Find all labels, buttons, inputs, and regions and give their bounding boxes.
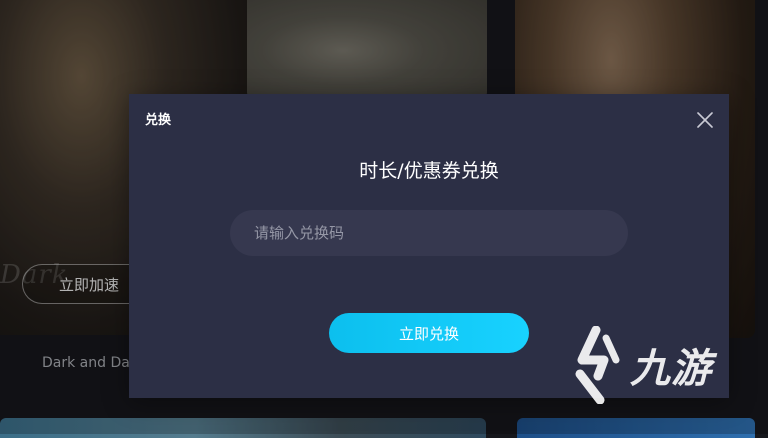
redeem-code-input[interactable] <box>230 210 628 256</box>
watermark: 九游 <box>570 326 712 404</box>
dialog-title: 兑换 <box>145 113 172 128</box>
redeem-button[interactable]: 立即兑换 <box>329 313 529 353</box>
close-button[interactable] <box>694 109 716 131</box>
dialog-heading: 时长/优惠券兑换 <box>359 160 499 182</box>
watermark-text: 九游 <box>630 346 712 392</box>
close-icon <box>697 112 713 128</box>
jiuyou-logo-icon <box>575 326 620 404</box>
